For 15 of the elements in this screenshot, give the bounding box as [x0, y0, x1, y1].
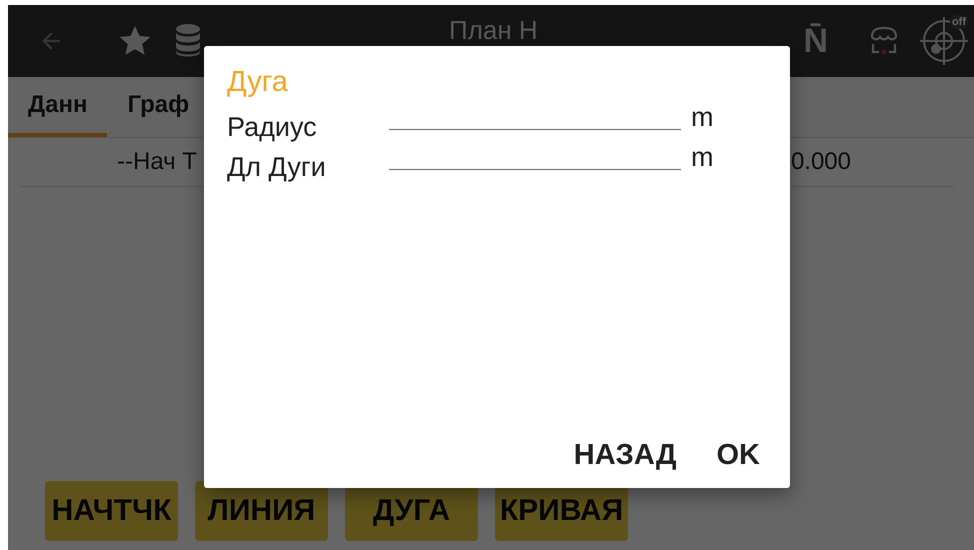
unit-label: m [691, 142, 714, 173]
row-value: 0.000 [790, 148, 851, 176]
tab[interactable]: Граф [107, 77, 210, 137]
action-button[interactable]: НАЧТЧК [45, 481, 178, 541]
row-label: --Нач Т [117, 148, 197, 176]
tab[interactable]: Данн [8, 77, 108, 137]
screen-title: План Н [449, 17, 538, 43]
dialog-button[interactable]: НАЗАД [566, 435, 684, 476]
gps-status-badge: off [950, 15, 968, 29]
database-icon[interactable] [175, 24, 201, 58]
dialog-button[interactable]: OK [708, 435, 768, 476]
field-label: Радиус [227, 113, 318, 143]
unit-label: m [691, 102, 714, 133]
field-label: Дл Дуги [227, 153, 327, 183]
dialog-title: Дуга [227, 66, 289, 99]
